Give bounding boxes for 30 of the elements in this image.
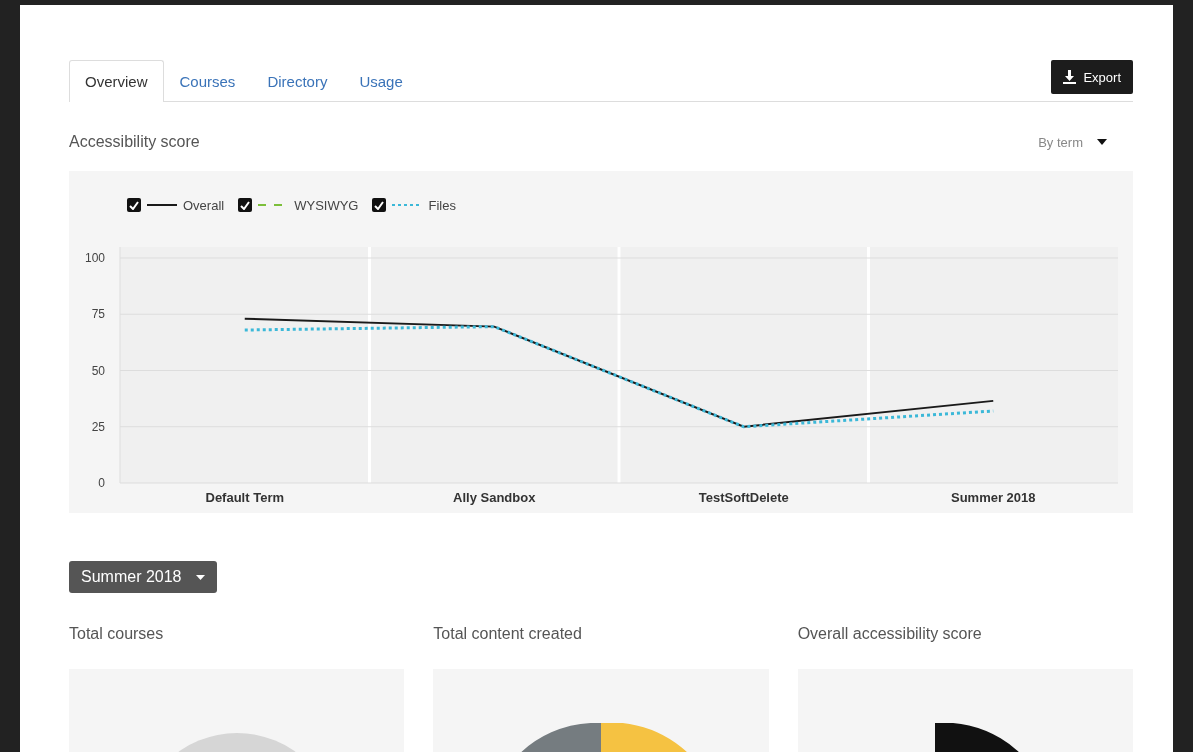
section-title: Accessibility score (69, 133, 200, 151)
term-dropdown[interactable]: Summer 2018 (69, 561, 217, 593)
legend-line-swatch-icon (147, 203, 177, 207)
legend-checkbox[interactable] (127, 198, 141, 212)
card-title: Overall accessibility score (797, 625, 983, 643)
legend-label: Files (428, 197, 456, 213)
x-axis-category-label: Summer 2018 (950, 490, 1036, 505)
y-axis-tick-label: 100 (84, 251, 105, 265)
card-title: Total courses (69, 625, 165, 643)
tab[interactable]: Directory (251, 60, 344, 102)
download-icon (1063, 70, 1077, 84)
x-axis-category-label: TestSoftDelete (698, 490, 789, 505)
x-axis-category-label: Default Term (205, 490, 284, 505)
y-axis-tick-label: 0 (98, 476, 105, 490)
tab[interactable]: Overview (69, 60, 164, 102)
legend-checkbox[interactable] (372, 198, 387, 212)
legend-label: WYSIWYG (294, 197, 359, 213)
legend-label: Overall (183, 197, 225, 213)
caret-icon (195, 574, 205, 580)
tab[interactable]: Usage (343, 60, 419, 102)
y-axis-tick-label: 50 (91, 363, 105, 378)
x-axis-category-label: Ally Sandbox (453, 490, 536, 505)
by-term-dropdown[interactable]: By term (1032, 133, 1113, 151)
export-button[interactable]: Export (1051, 60, 1133, 94)
tab[interactable]: Courses (163, 60, 252, 102)
y-axis-tick-label: 25 (91, 419, 105, 434)
y-axis-tick-label: 75 (91, 307, 105, 322)
legend-checkbox[interactable] (238, 198, 253, 212)
card-title: Total content created (433, 625, 583, 643)
caret-icon (1097, 139, 1107, 145)
